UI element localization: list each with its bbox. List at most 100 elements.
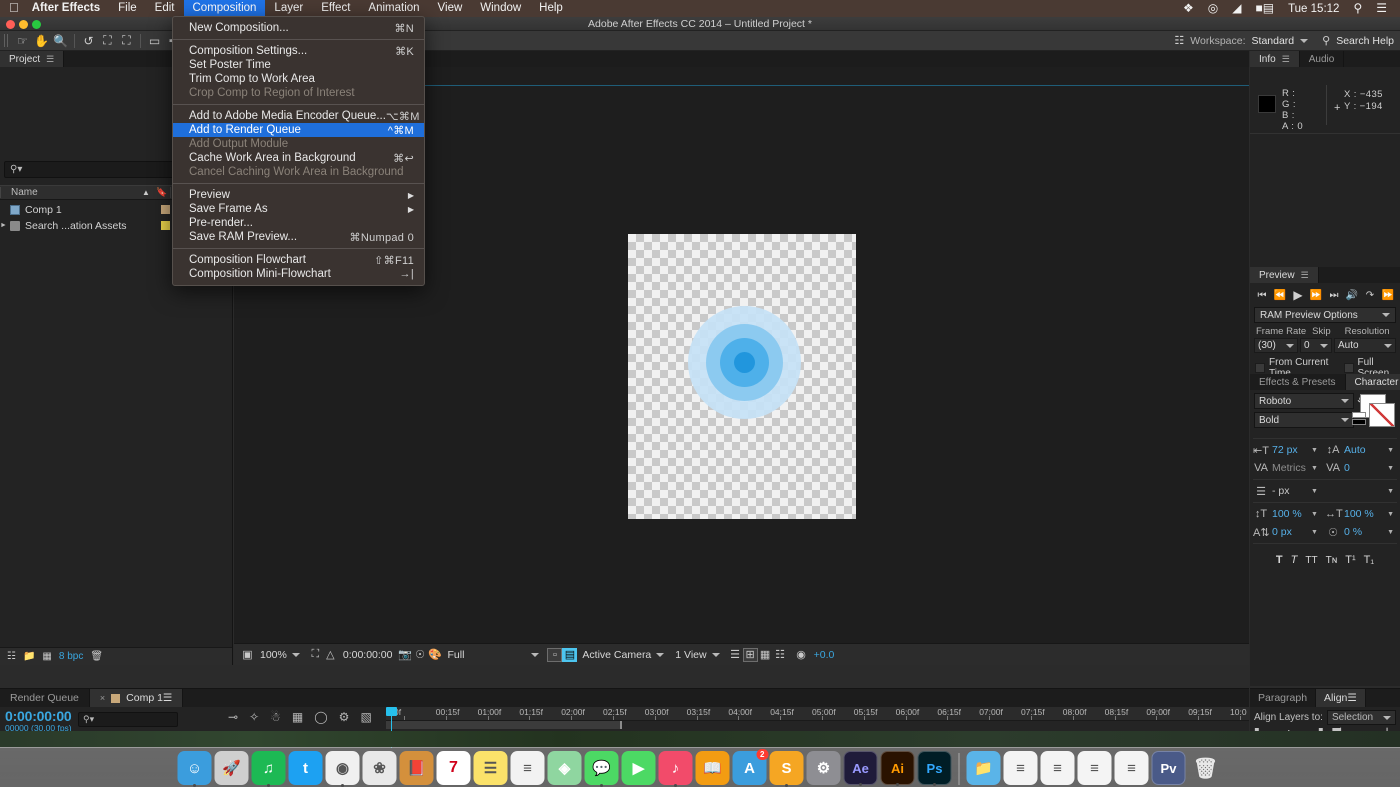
default-colors-icon[interactable]: [1352, 412, 1368, 426]
photoshop-icon[interactable]: Ps: [917, 751, 952, 786]
rotation-tool[interactable]: ↺: [79, 32, 98, 50]
skip-select[interactable]: 0: [1300, 338, 1332, 353]
label-swatch[interactable]: [161, 205, 170, 214]
chevron-down-icon[interactable]: ▼: [1387, 447, 1394, 454]
battery-icon[interactable]: ■▤: [1248, 0, 1281, 17]
calendar-icon[interactable]: 7: [436, 751, 471, 785]
align-layers-select[interactable]: Selection: [1326, 710, 1396, 725]
first-frame-icon[interactable]: ⏮: [1253, 287, 1271, 303]
bit-depth-label[interactable]: 8 bpc: [59, 651, 83, 662]
chevron-down-icon[interactable]: ▼: [1311, 447, 1318, 454]
menu-item-pre-render[interactable]: Pre-render...: [173, 216, 424, 230]
menu-item-trim-comp-to-work-area[interactable]: Trim Comp to Work Area: [173, 72, 424, 86]
composition-dropdown-menu[interactable]: New Composition... ⌘N Composition Settings…: [172, 16, 425, 286]
menu-item-composition-mini-flowchart[interactable]: Composition Mini-Flowchart →|: [173, 267, 424, 281]
search-icon[interactable]: ⚲: [1346, 0, 1369, 17]
tab-align[interactable]: Align ☰: [1316, 689, 1366, 707]
resolution-select[interactable]: Auto: [1334, 338, 1396, 353]
leading-value[interactable]: Auto: [1344, 444, 1380, 456]
menu-item-new-composition[interactable]: New Composition... ⌘N: [173, 21, 424, 35]
menu-item-cache-work-area-in-background[interactable]: Cache Work Area in Background ⌘↩: [173, 151, 424, 165]
delete-icon[interactable]: 🗑: [90, 651, 103, 662]
downloads-folder-icon[interactable]: 📁: [966, 751, 1001, 785]
camera-tool[interactable]: ⛶: [98, 32, 117, 50]
tab-project[interactable]: Project ☰: [0, 51, 65, 67]
exposure-value[interactable]: +0.0: [809, 644, 840, 666]
ibooks-icon[interactable]: 📖: [695, 751, 730, 785]
apple-icon[interactable]: : [0, 1, 30, 14]
chevron-down-icon[interactable]: ▼: [1387, 529, 1394, 536]
menu-file[interactable]: File: [109, 0, 146, 17]
hand-tool[interactable]: ✋: [32, 32, 51, 50]
menu-window[interactable]: Window: [471, 0, 530, 17]
font-family-select[interactable]: Roboto: [1254, 393, 1354, 409]
previous-frame-icon[interactable]: ⏪: [1271, 287, 1289, 303]
creative-cloud-icon[interactable]: ◎: [1201, 0, 1225, 17]
subscript-icon[interactable]: T₁: [1364, 554, 1374, 566]
maximize-button[interactable]: [32, 19, 41, 29]
horizontal-scale-value[interactable]: 100 %: [1344, 508, 1380, 520]
motion-blur-icon[interactable]: ◯: [314, 710, 327, 724]
chevron-down-icon[interactable]: ▼: [1387, 465, 1394, 472]
menu-animation[interactable]: Animation: [359, 0, 428, 17]
chevron-down-icon[interactable]: ▼: [1387, 511, 1394, 518]
menu-help[interactable]: Help: [530, 0, 572, 17]
column-header-name[interactable]: Name: [0, 187, 138, 198]
sketch-icon[interactable]: S: [769, 751, 804, 787]
chevron-down-icon[interactable]: ▼: [1311, 511, 1318, 518]
current-time-indicator[interactable]: [386, 707, 397, 748]
audio-icon[interactable]: 🔊: [1343, 287, 1361, 303]
timeline-ruler[interactable]: 0f 00:15f 01:00f 01:15f 02:00f 02:15f 03:00f 03…: [386, 707, 1249, 721]
menu-item-save-ram-preview[interactable]: Save RAM Preview... ⌘Numpad 0: [173, 230, 424, 244]
work-area-bar[interactable]: [386, 721, 622, 729]
new-composition-icon[interactable]: ▦: [42, 651, 51, 662]
menu-item-set-poster-time[interactable]: Set Poster Time: [173, 58, 424, 72]
tab-effects-and-presets[interactable]: Effects & Presets: [1250, 374, 1346, 390]
chevron-down-icon[interactable]: ▼: [1311, 529, 1318, 536]
reset-exposure-icon[interactable]: ◉: [794, 648, 809, 662]
tab-render-queue[interactable]: Render Queue: [0, 689, 90, 707]
new-folder-icon[interactable]: 📁: [23, 651, 35, 662]
tab-info[interactable]: Info ☰: [1250, 51, 1300, 67]
maps-icon[interactable]: ◈: [547, 751, 582, 785]
app-store-icon[interactable]: A2: [732, 749, 769, 785]
chevron-down-icon[interactable]: ▼: [1311, 488, 1318, 495]
system-preferences-icon[interactable]: ⚙: [806, 751, 841, 785]
small-caps-icon[interactable]: Tɴ: [1326, 555, 1338, 566]
minimize-button[interactable]: [19, 19, 28, 29]
composition-mini-flowchart-icon[interactable]: ⊸: [228, 710, 238, 724]
chevron-down-icon[interactable]: ▼: [1387, 488, 1394, 495]
menu-item-add-to-render-queue[interactable]: Add to Render Queue ^⌘M: [173, 123, 424, 137]
menu-after-effects[interactable]: After Effects: [30, 0, 109, 17]
comp-flowchart-icon[interactable]: ⊞: [742, 647, 758, 662]
all-caps-icon[interactable]: TT: [1305, 555, 1317, 566]
tab-paragraph[interactable]: Paragraph: [1250, 689, 1317, 707]
panel-menu-icon[interactable]: ☰: [46, 54, 54, 65]
clock[interactable]: Tue 15:12: [1281, 3, 1346, 15]
menu-item-preview[interactable]: Preview ▶: [173, 188, 424, 202]
document-icon-2[interactable]: ≡: [1040, 751, 1075, 785]
zoom-tool[interactable]: 🔍: [51, 32, 70, 50]
bold-icon[interactable]: T: [1276, 554, 1283, 566]
toggle-mask-icon[interactable]: ▫: [547, 647, 563, 662]
shape-tool[interactable]: ▭: [145, 32, 164, 50]
label-swatch[interactable]: [161, 221, 170, 230]
magnification-value[interactable]: 100%: [255, 644, 292, 666]
illustrator-icon[interactable]: Ai: [880, 751, 915, 786]
finder-icon[interactable]: ☺: [177, 751, 212, 787]
menu-item-save-frame-as[interactable]: Save Frame As ▶: [173, 202, 424, 216]
menu-composition[interactable]: Composition: [183, 0, 266, 17]
search-icon[interactable]: ⚲: [1322, 34, 1330, 47]
full-screen-checkbox[interactable]: [1343, 363, 1354, 373]
superscript-icon[interactable]: T¹: [1345, 554, 1355, 566]
chevron-down-icon[interactable]: [1300, 38, 1309, 43]
panel-menu-icon[interactable]: ☰: [1347, 692, 1356, 704]
document-icon-1[interactable]: ≡: [1003, 751, 1038, 785]
next-frame-icon[interactable]: ⏩: [1307, 287, 1325, 303]
toggle-pixel-aspect-icon[interactable]: ▤: [562, 647, 578, 662]
font-size-value[interactable]: 72 px: [1272, 444, 1308, 456]
draft-3d-icon[interactable]: ✧: [249, 710, 259, 724]
messages-icon[interactable]: 💬: [584, 751, 619, 787]
document-icon-3[interactable]: ≡: [1077, 751, 1112, 785]
camera-value[interactable]: Active Camera: [577, 644, 656, 666]
